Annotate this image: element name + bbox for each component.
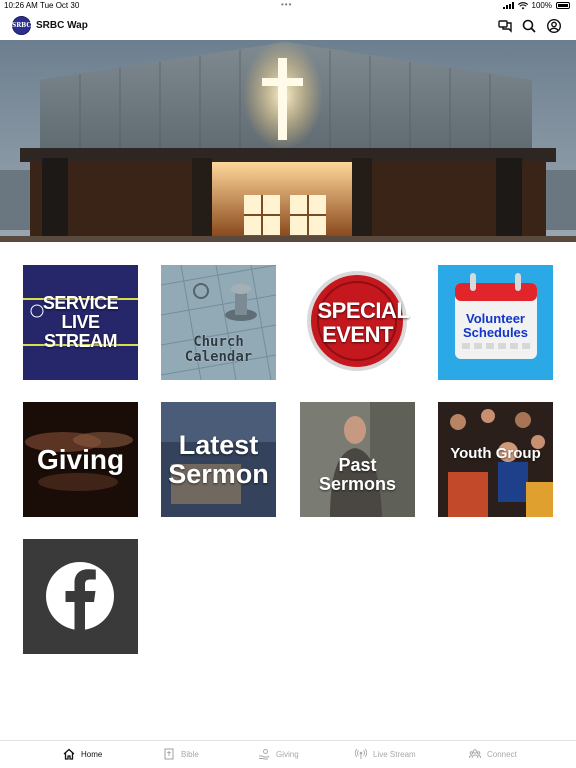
tile-label: Volunteer Schedules bbox=[462, 310, 529, 340]
battery-percent: 100% bbox=[531, 1, 552, 10]
tab-home[interactable]: Home bbox=[63, 748, 102, 760]
wifi-icon bbox=[517, 1, 528, 9]
tile-label: Church Calendar bbox=[184, 333, 253, 365]
facebook-icon bbox=[23, 539, 138, 654]
tab-bible[interactable]: Bible bbox=[163, 748, 199, 760]
app-title: SRBC Wap bbox=[36, 20, 88, 31]
logo-text: SRBC bbox=[11, 22, 32, 29]
tab-label: Bible bbox=[181, 749, 199, 759]
tab-connect[interactable]: Connect bbox=[469, 748, 517, 760]
tab-label: Giving bbox=[276, 749, 299, 759]
tab-label: Live Stream bbox=[373, 749, 416, 759]
search-icon[interactable] bbox=[521, 18, 537, 34]
profile-icon[interactable] bbox=[546, 18, 562, 34]
app-header: SRBC SRBC Wap bbox=[0, 12, 576, 40]
tab-giving[interactable]: Giving bbox=[258, 748, 299, 760]
tab-label: Home bbox=[81, 749, 103, 759]
live-stream-icon bbox=[355, 748, 367, 759]
tile-label: Latest Sermon bbox=[168, 430, 269, 489]
tab-live-stream[interactable]: Live Stream bbox=[355, 748, 416, 760]
tile-giving[interactable]: Giving bbox=[23, 402, 138, 517]
status-indicators: 100% bbox=[502, 1, 570, 10]
tile-youth-group[interactable]: Youth Group bbox=[438, 402, 553, 517]
tile-label: SERVICE LIVE STREAM bbox=[42, 293, 119, 351]
giving-icon bbox=[259, 749, 270, 760]
tile-service-live-stream[interactable]: SERVICE LIVE STREAM bbox=[23, 265, 138, 380]
battery-icon bbox=[556, 2, 570, 9]
cellular-signal-icon bbox=[502, 2, 514, 9]
status-bar: 10:26 AM Tue Oct 30 ••• 100% bbox=[0, 0, 576, 12]
chat-icon[interactable] bbox=[497, 18, 513, 34]
tile-label: SPECIAL EVENT bbox=[317, 298, 410, 347]
connect-icon bbox=[469, 749, 481, 759]
tile-past-sermons[interactable]: Past Sermons bbox=[300, 402, 415, 517]
status-date: Tue Oct 30 bbox=[40, 1, 80, 10]
status-time: 10:26 AM bbox=[4, 1, 38, 10]
tile-latest-sermon[interactable]: Latest Sermon bbox=[161, 402, 276, 517]
tile-church-calendar[interactable]: Church Calendar bbox=[161, 265, 276, 380]
tab-label: Connect bbox=[487, 749, 517, 759]
multitasking-dots-icon[interactable]: ••• bbox=[281, 0, 292, 9]
tile-label: Giving bbox=[36, 443, 125, 475]
bible-icon bbox=[164, 748, 174, 760]
tile-volunteer-schedules[interactable]: Volunteer Schedules bbox=[438, 265, 553, 380]
tile-label: Past Sermons bbox=[318, 454, 397, 494]
app-logo[interactable]: SRBC bbox=[12, 16, 31, 35]
tile-facebook[interactable] bbox=[23, 539, 138, 654]
bottom-tab-bar: Home Bible Giving Live Stream Connect bbox=[0, 740, 576, 768]
hero-church-image bbox=[0, 40, 576, 242]
home-icon bbox=[63, 748, 75, 760]
tile-special-event[interactable]: SPECIAL EVENT bbox=[300, 265, 415, 380]
tile-label: Youth Group bbox=[450, 444, 541, 462]
